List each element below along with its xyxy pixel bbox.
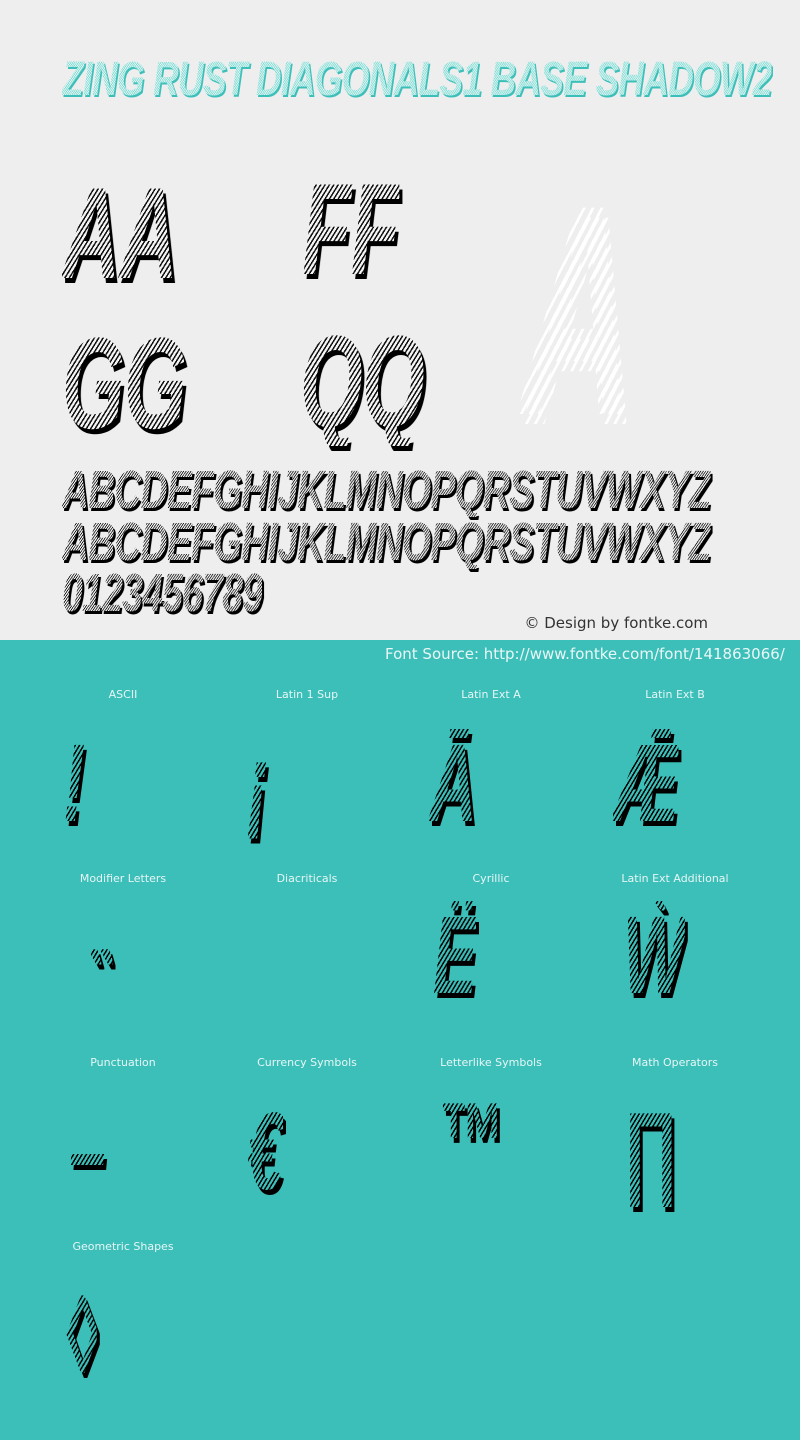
charset-label: ASCII	[108, 688, 138, 701]
charset-letterlike-symbols: Letterlike Symbols ™	[399, 1056, 583, 1240]
glyph-pair-aa: AA	[62, 160, 178, 306]
glyph-pair-qq: QQ	[300, 308, 425, 454]
large-glyph-preview: A	[520, 142, 633, 478]
charset-latin-1-sup: Latin 1 Sup ¡	[215, 688, 399, 872]
charset-label: Punctuation	[90, 1056, 156, 1069]
charset-cyrillic: Cyrillic Ё	[399, 872, 583, 1056]
charset-glyph: Ẁ	[623, 894, 685, 1017]
charset-glyph: !	[63, 722, 85, 845]
charset-glyph: Ё	[433, 894, 477, 1017]
charset-label: Latin Ext A	[461, 688, 521, 701]
charset-ascii: ASCII !	[31, 688, 215, 872]
charset-label: Cyrillic	[472, 872, 510, 885]
charset-latin-ext-b: Latin Ext B Ǣ	[583, 688, 767, 872]
charset-label: Diacriticals	[276, 872, 338, 885]
charset-label: Math Operators	[632, 1056, 718, 1069]
charset-label: Letterlike Symbols	[440, 1056, 542, 1069]
charset-glyph: Ā	[429, 722, 477, 845]
charset-glyph: ◊	[65, 1274, 98, 1397]
uppercase-sample: ABCDEFGHIJKLMNOPQRSTUVWXYZ	[62, 460, 711, 520]
digits-sample: 0123456789	[62, 563, 263, 623]
charset-glyph: €	[247, 1090, 284, 1213]
design-credit: © Design by fontke.com	[524, 614, 708, 632]
charset-geometric-shapes: Geometric Shapes ◊	[31, 1240, 215, 1424]
lowercase-sample: abcdefghijklmnopqrstuvwxyz	[62, 512, 711, 572]
font-title: ZING RUST DIAGONALS1 BASE SHADOW2	[62, 53, 772, 106]
charset-currency-symbols: Currency Symbols €	[215, 1056, 399, 1240]
glyph-pair-gg: GG	[62, 310, 187, 456]
glyph-pair-ff: FF	[302, 156, 400, 302]
charset-label: Geometric Shapes	[72, 1240, 174, 1253]
charset-label: Latin Ext Additional	[621, 872, 729, 885]
preview-panel: ZING RUST DIAGONALS1 BASE SHADOW2 AA FF …	[0, 0, 800, 640]
charset-label: Currency Symbols	[257, 1056, 357, 1069]
charset-diacriticals: Diacriticals ̀	[200, 872, 399, 1056]
charset-label: Latin 1 Sup	[275, 688, 339, 701]
charset-punctuation: Punctuation –	[31, 1056, 215, 1240]
charset-glyph: ™	[437, 1080, 503, 1203]
charset-glyph: ˵	[91, 876, 113, 999]
font-source-link[interactable]: Font Source: http://www.fontke.com/font/…	[385, 645, 785, 663]
charset-label: Latin Ext B	[645, 688, 705, 701]
charset-glyph: ∏	[623, 1090, 677, 1213]
charset-latin-ext-a: Latin Ext A Ā	[399, 688, 583, 872]
charset-glyph: –	[69, 1090, 106, 1213]
charset-latin-ext-additional: Latin Ext Additional Ẁ	[583, 872, 767, 1056]
charset-modifier-letters: Modifier Letters ˵	[31, 872, 215, 1056]
charset-panel: Font Source: http://www.fontke.com/font/…	[0, 640, 800, 1440]
charset-math-operators: Math Operators ∏	[583, 1056, 767, 1240]
charset-glyph: Ǣ	[613, 722, 679, 845]
charset-glyph: ¡	[247, 722, 269, 845]
